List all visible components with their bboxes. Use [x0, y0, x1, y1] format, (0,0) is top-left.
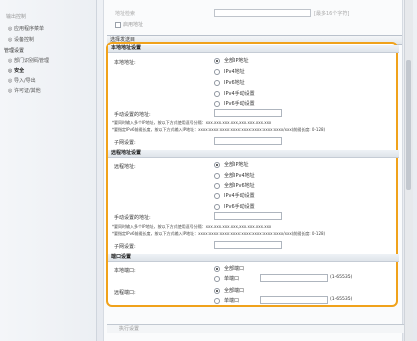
enable-address-label: 启用地址 — [123, 22, 144, 28]
remote-note-ipv6-prefix: *要指定IPv6前缀长度，按以下方式输入IP地址：xxxx:xxxx:xxxx:… — [112, 231, 326, 236]
radio-icon[interactable] — [214, 182, 220, 189]
sidebar-item-import-export[interactable]: ◎ 导入/导出 — [8, 77, 36, 84]
local-subnet-input[interactable] — [214, 137, 282, 145]
option-label: IPv6手动设置 — [224, 204, 255, 210]
option-label: 全部IPv4地址 — [224, 173, 255, 179]
option-label: 单端口 — [224, 276, 240, 282]
radio-icon[interactable] — [214, 275, 220, 282]
remote-option-all-ip[interactable]: 全部IP地址 — [214, 161, 249, 168]
local-option-ipv4[interactable]: IPv4地址 — [214, 68, 245, 75]
remote-option-all-ipv4[interactable]: 全部IPv4地址 — [214, 172, 255, 179]
local-port-label: 本地端口: — [114, 268, 136, 274]
remote-subnet-label: 子网设置: — [114, 244, 136, 250]
remote-port-all[interactable]: 全部端口 — [214, 287, 244, 294]
option-label: 全部端口 — [224, 266, 245, 272]
remote-option-ipv4-manual[interactable]: IPv4手动设置 — [214, 192, 255, 199]
local-subnet-label: 子网设置: — [114, 140, 136, 146]
radio-icon[interactable] — [214, 79, 220, 86]
sidebar-item-license[interactable]: ◎ 许可证/其他 — [8, 87, 41, 94]
radio-icon[interactable] — [214, 100, 220, 107]
faded-text-input[interactable] — [214, 9, 311, 17]
local-address-section-title: 本地地址设置 — [108, 45, 399, 53]
option-label: IPv6手动设置 — [224, 101, 255, 107]
radio-icon[interactable] — [214, 90, 220, 97]
local-port-all[interactable]: 全部端口 — [214, 265, 244, 272]
remote-port-single[interactable]: 单端口 — [214, 297, 239, 304]
sidebar-item-security[interactable]: ◎ 安全 — [8, 67, 24, 74]
remote-note-multiple-ip: *要同时输入多个IP地址，按以下方式使用逗号分隔：xxx.xxx.xxx.xxx… — [112, 224, 272, 229]
option-label: IPv4手动设置 — [224, 193, 255, 199]
local-option-ipv4-manual[interactable]: IPv4手动设置 — [214, 90, 255, 97]
remote-port-range-hint: (1-65535) — [330, 297, 353, 302]
radio-selected-icon[interactable] — [214, 287, 220, 294]
scrollbar-thumb[interactable] — [406, 60, 411, 190]
option-label: IPv4手动设置 — [224, 91, 255, 97]
remote-manual-address-label: 手动设置的地址: — [114, 215, 151, 221]
local-port-single[interactable]: 单端口 — [214, 275, 239, 282]
remote-address-section-title: 远程地址设置 — [108, 150, 399, 158]
local-note-ipv6-prefix: *要指定IPv6前缀长度，按以下方式输入IP地址：xxxx:xxxx:xxxx:… — [112, 127, 326, 132]
remote-option-ipv6-manual[interactable]: IPv6手动设置 — [214, 203, 255, 210]
option-label: IPv4地址 — [224, 69, 245, 75]
local-port-range-hint: (1-65535) — [330, 275, 353, 280]
option-label: 全部端口 — [224, 288, 245, 294]
remote-single-port-input[interactable] — [260, 296, 328, 304]
option-label: 全部IP地址 — [224, 162, 249, 168]
radio-selected-icon[interactable] — [214, 57, 220, 64]
local-manual-address-label: 手动设置的地址: — [114, 112, 151, 118]
remote-subnet-input[interactable] — [214, 241, 282, 249]
sidebar-group-management: 管理设置 — [4, 48, 25, 54]
remote-port-label: 远程端口: — [114, 290, 136, 296]
sidebar-item-dept-id[interactable]: ◎ 部门识别码管理 — [8, 57, 49, 64]
app-window: 输出控制 ◎ 应用程序菜单 ◎ 设备控制 管理设置 ◎ 部门识别码管理 ◎ 安全… — [0, 0, 417, 341]
option-label: 全部IPv6地址 — [224, 183, 255, 189]
local-option-ipv6-manual[interactable]: IPv6手动设置 — [214, 100, 255, 107]
vertical-scrollbar[interactable] — [404, 0, 413, 341]
enable-address-checkbox[interactable] — [115, 21, 121, 28]
option-label: 单端口 — [224, 298, 240, 304]
local-address-label: 本地地址: — [114, 60, 136, 66]
bottom-section-header: 执行设置 — [107, 324, 411, 333]
radio-icon[interactable] — [214, 297, 220, 304]
enable-address-row[interactable]: 启用地址 — [115, 21, 143, 28]
faded-field-label: 地址检索 — [115, 11, 136, 17]
radio-selected-icon[interactable] — [214, 161, 220, 168]
local-option-all-ip[interactable]: 全部IP地址 — [214, 57, 249, 64]
radio-icon[interactable] — [214, 68, 220, 75]
faded-hint: [最多16个字符] — [314, 11, 350, 17]
port-section-title: 端口设置 — [108, 254, 399, 262]
local-manual-address-input[interactable] — [214, 109, 282, 117]
radio-selected-icon[interactable] — [214, 265, 220, 272]
local-option-ipv6[interactable]: IPv6地址 — [214, 79, 245, 86]
radio-icon[interactable] — [214, 172, 220, 179]
option-label: IPv6地址 — [224, 80, 245, 86]
radio-icon[interactable] — [214, 203, 220, 210]
radio-icon[interactable] — [214, 192, 220, 199]
sidebar-header: 输出控制 — [6, 14, 27, 20]
option-label: 全部IP地址 — [224, 58, 249, 64]
sidebar-item-app-menu[interactable]: ◎ 应用程序菜单 — [8, 25, 44, 32]
remote-option-all-ipv6[interactable]: 全部IPv6地址 — [214, 182, 255, 189]
remote-address-label: 远程地址: — [114, 164, 136, 170]
remote-manual-address-input[interactable] — [214, 212, 282, 220]
sidebar: 输出控制 ◎ 应用程序菜单 ◎ 设备控制 管理设置 ◎ 部门识别码管理 ◎ 安全… — [0, 0, 97, 341]
local-single-port-input[interactable] — [260, 274, 328, 282]
local-note-multiple-ip: *要同时输入多个IP地址，按以下方式使用逗号分隔：xxx.xxx.xxx.xxx… — [112, 120, 272, 125]
sidebar-item-device-control[interactable]: ◎ 设备控制 — [8, 36, 34, 43]
